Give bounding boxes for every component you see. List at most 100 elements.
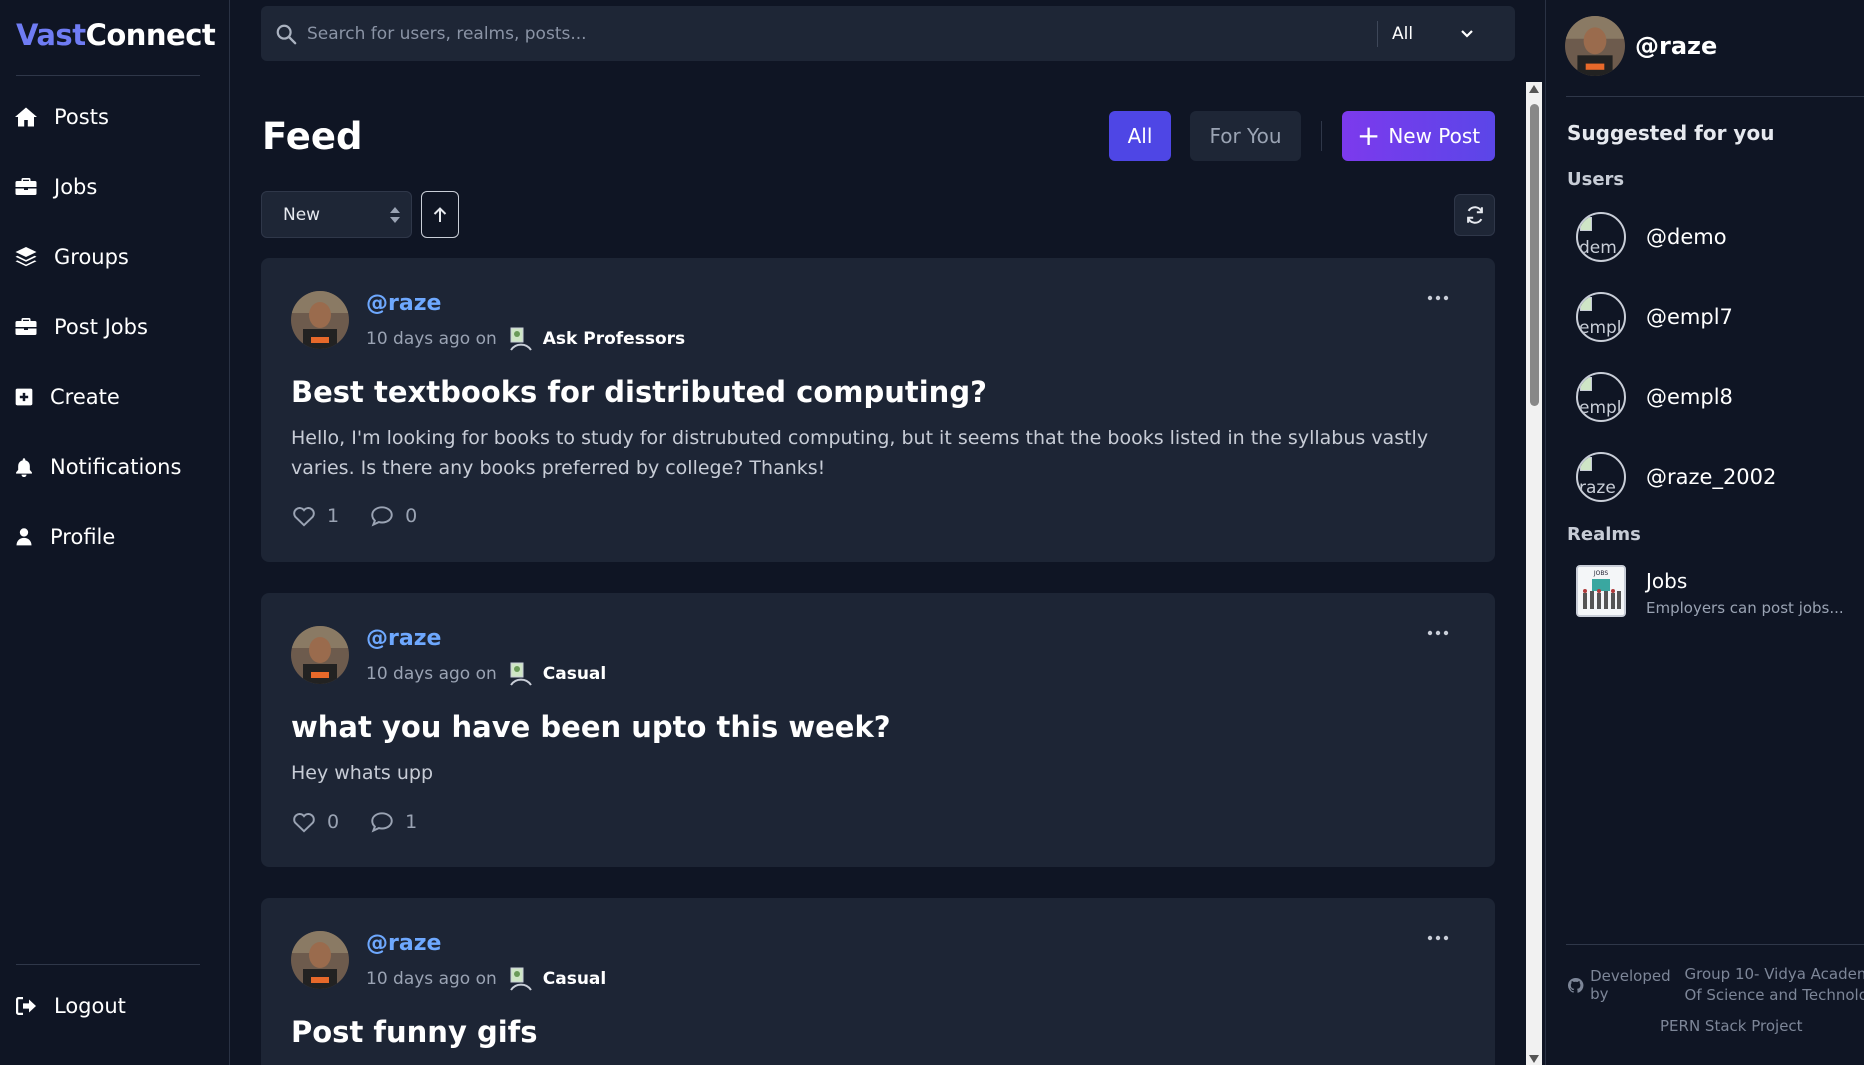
post-actions: 1 0 — [291, 503, 417, 529]
sidebar-item-notifications[interactable]: Notifications — [14, 447, 181, 487]
post-body: Hey whats upp — [291, 762, 434, 784]
comment-button[interactable]: 1 — [369, 809, 417, 835]
post-time: 10 days ago on — [366, 969, 497, 989]
search-input[interactable] — [307, 23, 1377, 44]
sort-value: New — [283, 204, 321, 225]
suggested-user[interactable]: empl @empl8 — [1576, 372, 1733, 422]
post-card[interactable]: @raze 10 days ago on Casual Post funny g… — [261, 898, 1495, 1065]
sidebar-item-label: Profile — [50, 525, 116, 549]
page-title: Feed — [262, 115, 363, 158]
feed-scrollbar[interactable] — [1526, 82, 1542, 1065]
tab-for-you[interactable]: For You — [1190, 111, 1301, 161]
realms-label: Realms — [1567, 524, 1641, 545]
sidebar-item-label: Post Jobs — [54, 315, 148, 339]
realm-description: Employers can post jobs... — [1646, 599, 1844, 617]
like-count: 0 — [327, 811, 340, 833]
current-user-name: @raze — [1635, 32, 1718, 60]
suggested-user[interactable]: raze @raze_2002 — [1576, 452, 1776, 502]
more-options-icon[interactable] — [1427, 932, 1449, 944]
post-card[interactable]: @raze 10 days ago on Casual what you hav… — [261, 593, 1495, 867]
suggested-user-name: @empl7 — [1646, 305, 1733, 329]
comment-count: 0 — [405, 505, 418, 527]
footer-divider — [1566, 944, 1864, 945]
post-time: 10 days ago on — [366, 329, 497, 349]
current-user[interactable]: @raze — [1565, 16, 1717, 76]
post-realm[interactable]: Ask Professors — [543, 329, 685, 349]
github-icon[interactable] — [1567, 975, 1584, 996]
sort-select[interactable]: New — [261, 191, 412, 238]
post-card[interactable]: @raze 10 days ago on Ask Professors Best… — [261, 258, 1495, 562]
post-author[interactable]: @raze — [366, 931, 441, 956]
sidebar-divider — [16, 964, 200, 965]
refresh-button[interactable] — [1454, 194, 1495, 236]
suggested-user-avatar: empl — [1576, 372, 1626, 422]
sort-arrows-icon — [390, 206, 400, 223]
suggested-user-avatar: raze — [1576, 452, 1626, 502]
new-post-label: New Post — [1388, 124, 1481, 148]
sort-direction-button[interactable] — [421, 191, 459, 238]
plus-icon: + — [1356, 119, 1381, 152]
sidebar-item-jobs[interactable]: Jobs — [14, 167, 97, 207]
comment-button[interactable]: 0 — [369, 503, 417, 529]
sidebar-item-profile[interactable]: Profile — [14, 517, 115, 557]
new-post-button[interactable]: + New Post — [1342, 111, 1495, 161]
logout-button[interactable]: Logout — [14, 986, 126, 1026]
post-author-avatar[interactable] — [291, 626, 349, 684]
panel-divider — [1566, 96, 1864, 97]
tab-all[interactable]: All — [1109, 111, 1171, 161]
suggested-realm[interactable]: JOBS Jobs Employers can post jobs... — [1576, 565, 1844, 617]
sidebar-item-posts[interactable]: Posts — [14, 97, 109, 137]
post-author-avatar[interactable] — [291, 931, 349, 989]
developer-group[interactable]: Group 10- Vidya Academy Of Science and T… — [1685, 964, 1864, 1006]
suggested-user-avatar: empl — [1576, 292, 1626, 342]
sidebar-item-label: Notifications — [50, 455, 182, 479]
sidebar-divider — [16, 75, 200, 76]
sidebar-item-groups[interactable]: Groups — [14, 237, 129, 277]
post-title[interactable]: Best textbooks for distributed computing… — [291, 375, 987, 409]
suggested-heading: Suggested for you — [1567, 121, 1775, 145]
suggested-user-name: @demo — [1646, 225, 1727, 249]
post-realm[interactable]: Casual — [543, 664, 606, 684]
tab-divider — [1321, 121, 1322, 151]
realm-icon — [509, 326, 533, 352]
scroll-thumb[interactable] — [1530, 104, 1539, 406]
sidebar-item-create[interactable]: Create — [14, 377, 120, 417]
sidebar-item-label: Create — [50, 385, 120, 409]
sidebar-item-post-jobs[interactable]: Post Jobs — [14, 307, 148, 347]
post-meta: 10 days ago on Casual — [366, 661, 606, 687]
right-panel: @raze Suggested for you Users dem @demo … — [1545, 0, 1864, 1065]
search-filter-value: All — [1392, 23, 1414, 44]
scroll-up-arrow[interactable] — [1529, 85, 1539, 93]
post-actions: 0 1 — [291, 809, 417, 835]
realm-icon — [509, 661, 533, 687]
suggested-user[interactable]: dem @demo — [1576, 212, 1727, 262]
logout-label: Logout — [54, 994, 126, 1018]
post-author[interactable]: @raze — [366, 626, 441, 651]
layers-icon — [15, 247, 37, 267]
suggested-user-name: @raze_2002 — [1646, 465, 1777, 489]
realm-thumb-text: JOBS — [1593, 570, 1609, 577]
realm-thumbnail: JOBS — [1576, 565, 1626, 617]
footer-developed: Developed by Group 10- Vidya Academy Of … — [1567, 964, 1864, 1006]
bell-icon — [16, 458, 32, 477]
post-meta: 10 days ago on Casual — [366, 966, 606, 992]
like-button[interactable]: 1 — [291, 503, 339, 529]
more-options-icon[interactable] — [1427, 627, 1449, 639]
like-button[interactable]: 0 — [291, 809, 339, 835]
app-logo[interactable]: VastConnect — [16, 18, 216, 52]
post-realm[interactable]: Casual — [543, 969, 606, 989]
sidebar: VastConnect Posts Jobs Groups Post Jobs … — [0, 0, 230, 1065]
search-filter-select[interactable]: All — [1392, 24, 1488, 44]
post-author[interactable]: @raze — [366, 291, 441, 316]
more-options-icon[interactable] — [1427, 292, 1449, 304]
comment-icon — [371, 812, 393, 833]
avatar-alt-text: empl — [1579, 318, 1622, 338]
post-title[interactable]: what you have been upto this week? — [291, 710, 891, 744]
comment-count: 1 — [405, 811, 418, 833]
scroll-down-arrow[interactable] — [1529, 1055, 1539, 1063]
suggested-user-name: @empl8 — [1646, 385, 1733, 409]
post-author-avatar[interactable] — [291, 291, 349, 349]
post-title[interactable]: Post funny gifs — [291, 1015, 538, 1049]
sidebar-item-label: Groups — [54, 245, 129, 269]
suggested-user[interactable]: empl @empl7 — [1576, 292, 1733, 342]
